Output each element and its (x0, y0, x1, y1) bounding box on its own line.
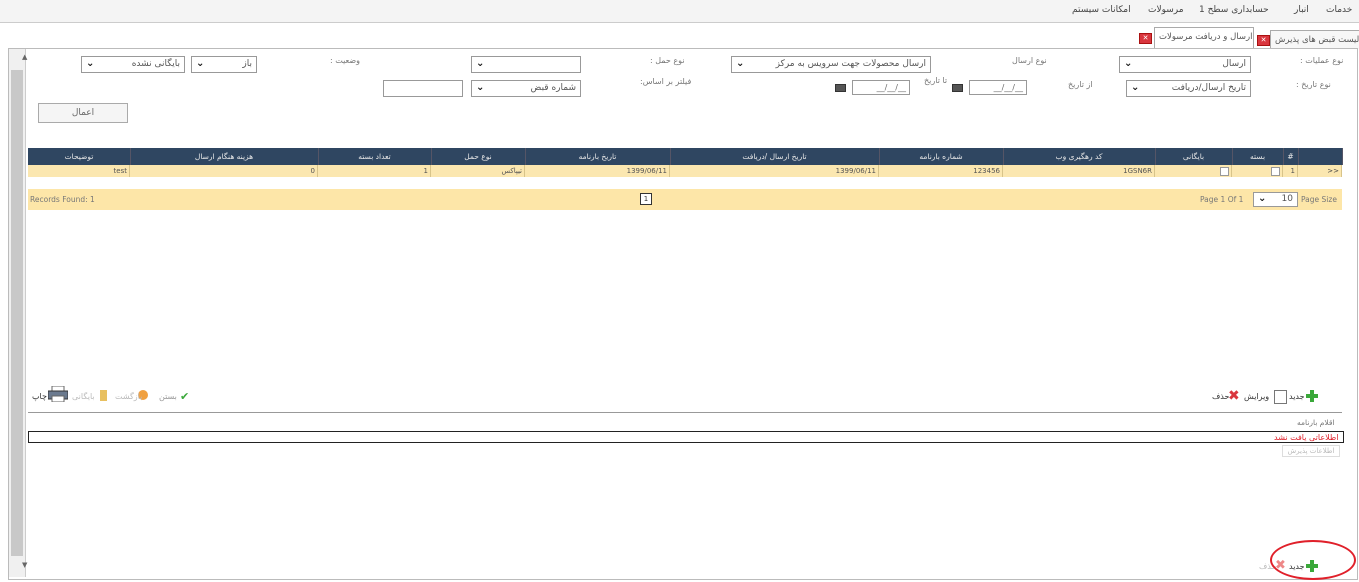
op-type-select[interactable]: ارسال ⌄ (1119, 56, 1251, 73)
edit-button[interactable]: ویرایش (1244, 392, 1269, 401)
to-date-input[interactable]: __/__/__ (852, 80, 910, 95)
date-type-select[interactable]: تاریخ ارسال/دریافت ⌄ (1126, 80, 1251, 97)
to-date-label: تا تاریخ (924, 76, 948, 85)
page-of: Page 1 Of 1 (1200, 195, 1244, 204)
grid-header-send-date[interactable]: تاریخ ارسال /دریافت (670, 148, 880, 165)
send-type-label: نوع ارسال (1012, 56, 1047, 65)
main-frame (8, 48, 1358, 580)
grid-header-cost[interactable]: هزینه هنگام ارسال (130, 148, 319, 165)
carry-type-select[interactable]: ⌄ (471, 56, 581, 73)
scroll-up-icon[interactable]: ▲ (22, 53, 27, 61)
send-type-select[interactable]: ارسال محصولات جهت سرویس به مرکز ⌄ (731, 56, 931, 73)
add-icon[interactable] (1306, 390, 1318, 402)
annotation-circle (1270, 540, 1356, 580)
chevron-down-icon: ⌄ (476, 58, 485, 69)
new-button[interactable]: جدید (1289, 392, 1305, 401)
delete-button[interactable]: حذف (1212, 392, 1229, 401)
chevron-down-icon: ⌄ (1258, 193, 1267, 204)
items-section-title: اقلام بارنامه (1297, 418, 1335, 427)
row-waybill-date: 1399/06/11 (525, 165, 670, 177)
archive-checkbox[interactable] (1220, 166, 1229, 176)
receipt-info-button[interactable]: اطلاعات پذیرش (1282, 445, 1340, 457)
row-count: 1 (318, 165, 431, 177)
grid-header-tracking[interactable]: کد رهگیری وب (1003, 148, 1156, 165)
from-date-input[interactable]: __/__/__ (969, 80, 1027, 95)
chevron-down-icon: ⌄ (196, 58, 205, 69)
reopen-button[interactable]: بازگشت (115, 392, 142, 401)
filter-select[interactable]: شماره قبض ⌄ (471, 80, 581, 97)
tab-label: ارسال و دریافت مرسولات (1159, 32, 1253, 42)
tab-strip: لیست قبض های پذیرش ✕ ارسال و دریافت مرسو… (0, 22, 1359, 49)
row-archive-cell (1155, 165, 1232, 177)
archive-button[interactable]: بایگانی (72, 392, 95, 401)
page-size-label: Page Size (1301, 195, 1337, 204)
grid-header-waybill[interactable]: شماره بارنامه (879, 148, 1004, 165)
chevron-down-icon: ⌄ (736, 58, 745, 69)
close-shipment-button[interactable]: بستن (159, 392, 177, 401)
grid-pager: Records Found: 1 1 Page 1 Of 1 10 ⌄ Page… (28, 189, 1342, 210)
date-type-label: نوع تاریخ : (1296, 80, 1331, 89)
calendar-icon[interactable] (952, 84, 963, 92)
grid-header-expand (1298, 148, 1343, 165)
grid-header-archive[interactable]: بایگانی (1155, 148, 1233, 165)
chevron-down-icon: ⌄ (1131, 82, 1140, 93)
top-menu-bar: خدمات انبار حسابداری سطح 1 مرسولات امکان… (0, 0, 1359, 23)
tab-receipt-list[interactable]: لیست قبض های پذیرش (1270, 30, 1359, 49)
apply-button[interactable]: اعمال (38, 103, 128, 123)
chevron-down-icon: ⌄ (86, 58, 95, 69)
items-grid (28, 431, 1344, 443)
grid-header-count[interactable]: تعداد بسته (318, 148, 432, 165)
close-icon[interactable]: ✕ (1139, 33, 1152, 44)
archive-select[interactable]: بایگانی نشده ⌄ (81, 56, 185, 73)
menu-item-accounting[interactable]: حسابداری سطح 1 (1199, 5, 1269, 15)
calendar-icon[interactable] (835, 84, 846, 92)
grid-header-waybill-date[interactable]: تاریخ بارنامه (525, 148, 671, 165)
menu-item-system[interactable]: امکانات سیستم (1072, 5, 1131, 15)
row-cost: 0 (130, 165, 318, 177)
chevron-down-icon: ⌄ (476, 82, 485, 93)
carry-type-label: نوع حمل : (650, 56, 685, 65)
printer-icon[interactable] (47, 385, 69, 403)
row-carry: تیپاکس (431, 165, 525, 177)
row-waybill: 123456 (879, 165, 1003, 177)
records-found: Records Found: 1 (30, 195, 95, 204)
menu-item-warehouse[interactable]: انبار (1294, 5, 1309, 15)
row-package-cell (1232, 165, 1283, 177)
grid-header-num[interactable]: # (1283, 148, 1299, 165)
divider (28, 412, 1342, 413)
delete-icon[interactable]: ✖ (1228, 388, 1240, 404)
row-expand[interactable]: >> (1298, 165, 1342, 177)
from-date-label: از تاریخ (1068, 80, 1093, 89)
page-size-select[interactable]: 10 ⌄ (1253, 192, 1298, 207)
print-button[interactable]: چاپ (32, 392, 47, 401)
filter-label: فیلتر بر اساس: (640, 77, 692, 86)
menu-item-services[interactable]: خدمات (1326, 5, 1352, 15)
grid-header-package[interactable]: بسته (1232, 148, 1284, 165)
archive-icon[interactable] (100, 390, 107, 401)
tab-label: لیست قبض های پذیرش (1275, 35, 1359, 45)
row-send-date: 1399/06/11 (670, 165, 879, 177)
grid-header-carry[interactable]: نوع حمل (431, 148, 526, 165)
row-tracking: 1GSN6R (1003, 165, 1155, 177)
scrollbar-thumb[interactable] (11, 70, 23, 556)
page-number-button[interactable]: 1 (640, 193, 652, 205)
chevron-down-icon: ⌄ (1124, 58, 1133, 69)
status-select[interactable]: باز ⌄ (191, 56, 257, 73)
edit-icon[interactable] (1274, 390, 1287, 404)
status-label: وضعیت : (330, 56, 361, 65)
filter-text-input[interactable] (383, 80, 463, 97)
menu-item-shipments[interactable]: مرسولات (1148, 5, 1184, 15)
close-icon[interactable]: ✕ (1257, 35, 1270, 46)
scroll-down-icon[interactable]: ▼ (22, 561, 27, 569)
check-icon[interactable]: ✔ (180, 390, 189, 403)
op-type-label: نوع عملیات : (1300, 56, 1344, 65)
not-found-text: اطلاعاتی یافت نشد (1274, 433, 1339, 442)
package-checkbox[interactable] (1271, 166, 1280, 176)
grid-header-desc[interactable]: توضیحات (28, 148, 131, 165)
tab-send-receive[interactable]: ارسال و دریافت مرسولات (1154, 27, 1254, 49)
row-num: 1 (1283, 165, 1298, 177)
row-desc: test (28, 165, 130, 177)
